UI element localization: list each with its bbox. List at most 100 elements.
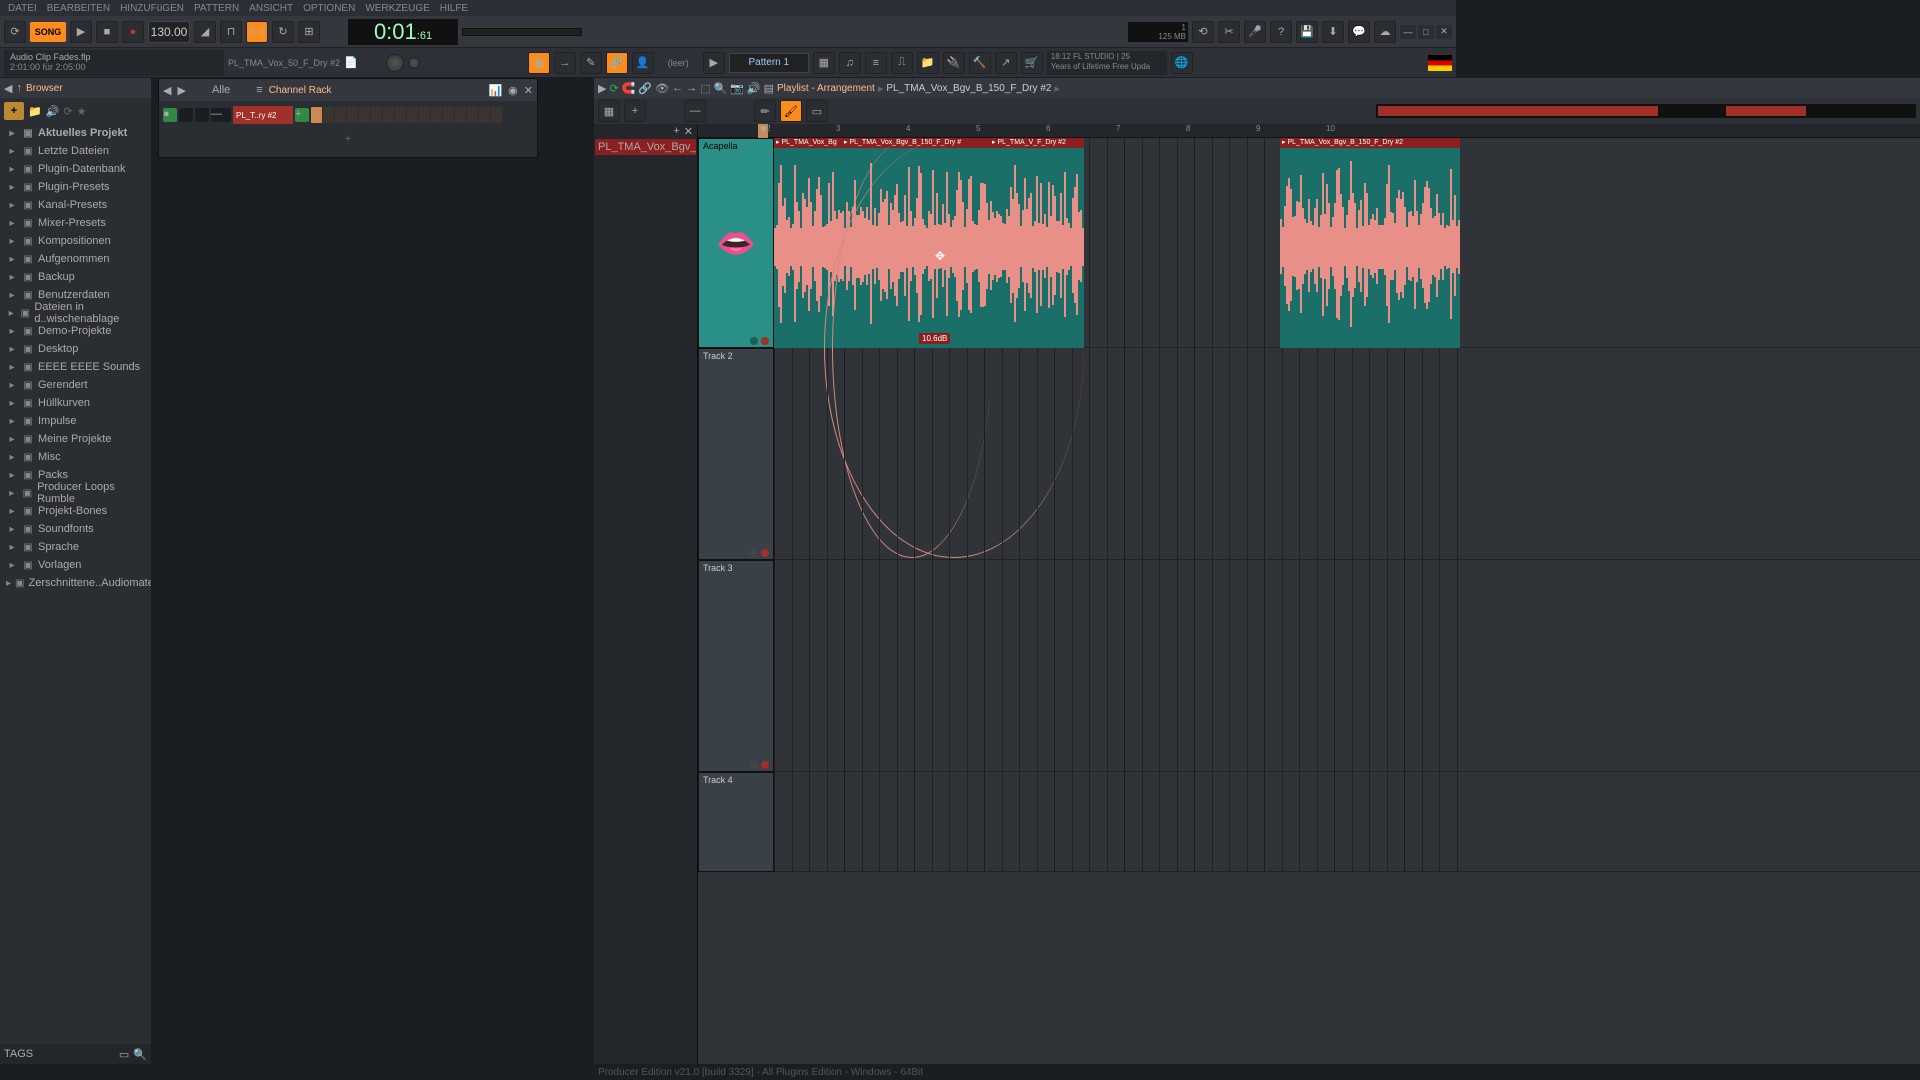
chrack-filter[interactable]: Alle <box>192 84 250 96</box>
pl-add-button[interactable]: + <box>624 100 646 122</box>
chrack-close-icon[interactable]: ✕ <box>524 84 533 97</box>
step-button[interactable] <box>431 107 442 123</box>
menu-bearbeiten[interactable]: BEARBEITEN <box>43 3 114 14</box>
tree-item[interactable]: ▸▣Misc <box>0 448 151 466</box>
menu-hilfe[interactable]: HILFE <box>436 3 472 14</box>
track-3-name[interactable]: Track 3 <box>699 561 773 575</box>
pl-speaker-icon[interactable]: 🔊 <box>747 82 761 95</box>
live-mode-button[interactable]: 👤 <box>632 52 654 74</box>
tree-item[interactable]: ▸▣Kompositionen <box>0 232 151 250</box>
pl-sync-icon[interactable]: ⟳ <box>609 82 618 95</box>
wait-input-button[interactable]: ⊓ <box>220 21 242 43</box>
playlist-button[interactable]: ▦ <box>813 52 835 74</box>
render-button[interactable]: ⬇ <box>1322 21 1344 43</box>
song-position-slider[interactable] <box>462 28 582 36</box>
track-solo-dot[interactable] <box>761 761 769 769</box>
cpu-meter[interactable]: 1 125 MB <box>1128 22 1188 42</box>
pl-zoom-icon[interactable]: 🔍 <box>713 82 727 95</box>
audio-clip[interactable]: ▸ PL_TMA_Vox_Bgv_B_150_F_Dry # <box>842 138 990 348</box>
piano-roll-button[interactable]: ♫ <box>839 52 861 74</box>
track-header-1[interactable]: Acapella 👄 <box>698 138 774 348</box>
browser-button[interactable]: 📁 <box>917 52 939 74</box>
playlist-clip-crumb[interactable]: PL_TMA_Vox_Bgv_B_150_F_Dry #2 <box>886 83 1051 94</box>
channel-rack-button[interactable]: ≡ <box>865 52 887 74</box>
search-icon[interactable]: 🔍 <box>133 1048 147 1061</box>
mixer-button[interactable]: ⎍ <box>891 52 913 74</box>
step-edit-button[interactable]: ⊞ <box>298 21 320 43</box>
shop-button[interactable]: 🛒 <box>1021 52 1043 74</box>
track-header-2[interactable]: Track 2 <box>698 348 774 560</box>
clip-header[interactable]: ▸ PL_TMA_Vox_Bgv_B_150_F_Dry #2 <box>1280 138 1460 148</box>
master-pitch-knob[interactable] <box>408 57 420 69</box>
chrack-fwd-icon[interactable]: ▶ <box>177 84 185 97</box>
pl-sel-icon[interactable]: ⬚ <box>700 82 710 95</box>
add-channel-button[interactable]: + <box>159 129 537 149</box>
channel-vol-knob[interactable] <box>195 108 209 122</box>
pl-menu-icon[interactable]: ▤ <box>764 82 774 95</box>
pl-link-icon[interactable]: 🔗 <box>638 82 652 95</box>
browser-add-button[interactable]: + <box>4 102 24 120</box>
track-mute-dot[interactable] <box>750 549 758 557</box>
tree-item[interactable]: ▸▣Desktop <box>0 340 151 358</box>
tool1-button[interactable]: 🔨 <box>969 52 991 74</box>
pl-play-icon[interactable]: ▶ <box>598 82 606 95</box>
track-lane-1[interactable]: ▸ PL_TMA_Vox_Bg▸ PL_TMA_Vox_Bgv_B_150_F_… <box>774 138 1920 348</box>
stop-button[interactable]: ■ <box>96 21 118 43</box>
step-button[interactable] <box>455 107 466 123</box>
step-button[interactable] <box>479 107 490 123</box>
pl-cam-icon[interactable]: 📷 <box>730 82 744 95</box>
chrack-graph-icon[interactable]: 📊 <box>488 84 502 97</box>
pl-draw-tool[interactable]: ✏ <box>754 100 776 122</box>
chrack-back-icon[interactable]: ◀ <box>163 84 171 97</box>
time-display[interactable]: 0:01 :61 <box>348 19 458 45</box>
refresh-icon[interactable]: ⟳ <box>63 105 72 118</box>
channel-rack-header[interactable]: ◀ ▶ Alle ≡ Channel Rack 📊 ◉ ✕ <box>159 79 537 101</box>
tree-item[interactable]: ▸▣Vorlagen <box>0 556 151 574</box>
picker-add-icon[interactable]: + <box>673 125 679 137</box>
track-solo-dot[interactable] <box>761 549 769 557</box>
track-lane-3[interactable] <box>774 560 1920 772</box>
star-icon[interactable]: ★ <box>77 105 87 118</box>
menu-ansicht[interactable]: ANSICHT <box>245 3 297 14</box>
sync-button[interactable]: ⟲ <box>1192 21 1214 43</box>
step-button[interactable] <box>383 107 394 123</box>
track-solo-dot[interactable] <box>761 337 769 345</box>
close-button[interactable]: ✕ <box>1436 25 1452 39</box>
picker-clip-item[interactable]: PL_TMA_Vox_Bgv_B.. + ◀ <box>595 139 696 155</box>
track-4-name[interactable]: Track 4 <box>699 773 773 787</box>
tree-item[interactable]: ▸▣Hüllkurven <box>0 394 151 412</box>
cloud-button[interactable]: ☁ <box>1374 21 1396 43</box>
pl-eye-icon[interactable]: 👁 <box>655 82 669 95</box>
step-button[interactable] <box>347 107 358 123</box>
countdown-button[interactable]: 3·2 <box>246 21 268 43</box>
chrack-menu-icon[interactable]: ≡ <box>256 84 262 96</box>
minimize-button[interactable]: — <box>1400 25 1416 39</box>
master-volume-knob[interactable] <box>386 54 404 72</box>
audio-clip[interactable]: ▸ PL_TMA_V_F_Dry #2 <box>990 138 1084 348</box>
help-button[interactable]: ? <box>1270 21 1292 43</box>
channel-route-button[interactable]: + <box>295 108 309 122</box>
track-mute-dot[interactable] <box>750 337 758 345</box>
audio-icon[interactable]: 🔊 <box>46 105 60 118</box>
playlist-tracks-area[interactable]: ▼ 2345678910 Acapella 👄 ▸ PL_TMA_Vox_Bg▸… <box>698 124 1920 1064</box>
tree-item[interactable]: ▸▣Letzte Dateien <box>0 142 151 160</box>
maximize-button[interactable]: □ <box>1418 25 1434 39</box>
pl-magnet-icon[interactable]: 🧲 <box>622 82 636 95</box>
step-button[interactable] <box>311 107 322 123</box>
pl-edit-button[interactable]: — <box>684 100 706 122</box>
track-2-name[interactable]: Track 2 <box>699 349 773 363</box>
pl-back-icon[interactable]: ← <box>672 82 683 94</box>
tree-item[interactable]: ▸▣Plugin-Datenbank <box>0 160 151 178</box>
plugin-button[interactable]: 🔌 <box>943 52 965 74</box>
channel-select-button[interactable]: — <box>211 108 231 122</box>
step-button[interactable] <box>323 107 334 123</box>
track-lane-2[interactable] <box>774 348 1920 560</box>
channel-name-button[interactable]: PL_T..ry #2 <box>233 106 293 124</box>
track-lane-4[interactable] <box>774 772 1920 872</box>
tree-item[interactable]: ▸▣Meine Projekte <box>0 430 151 448</box>
audio-clip[interactable]: ▸ PL_TMA_Vox_Bgv_B_150_F_Dry #2 <box>1280 138 1460 348</box>
audio-clip[interactable]: ▸ PL_TMA_Vox_Bg <box>774 138 842 348</box>
tree-item[interactable]: ▸▣Sprache <box>0 538 151 556</box>
chat-button[interactable]: 💬 <box>1348 21 1370 43</box>
tree-item[interactable]: ▸▣EEEE EEEE Sounds <box>0 358 151 376</box>
